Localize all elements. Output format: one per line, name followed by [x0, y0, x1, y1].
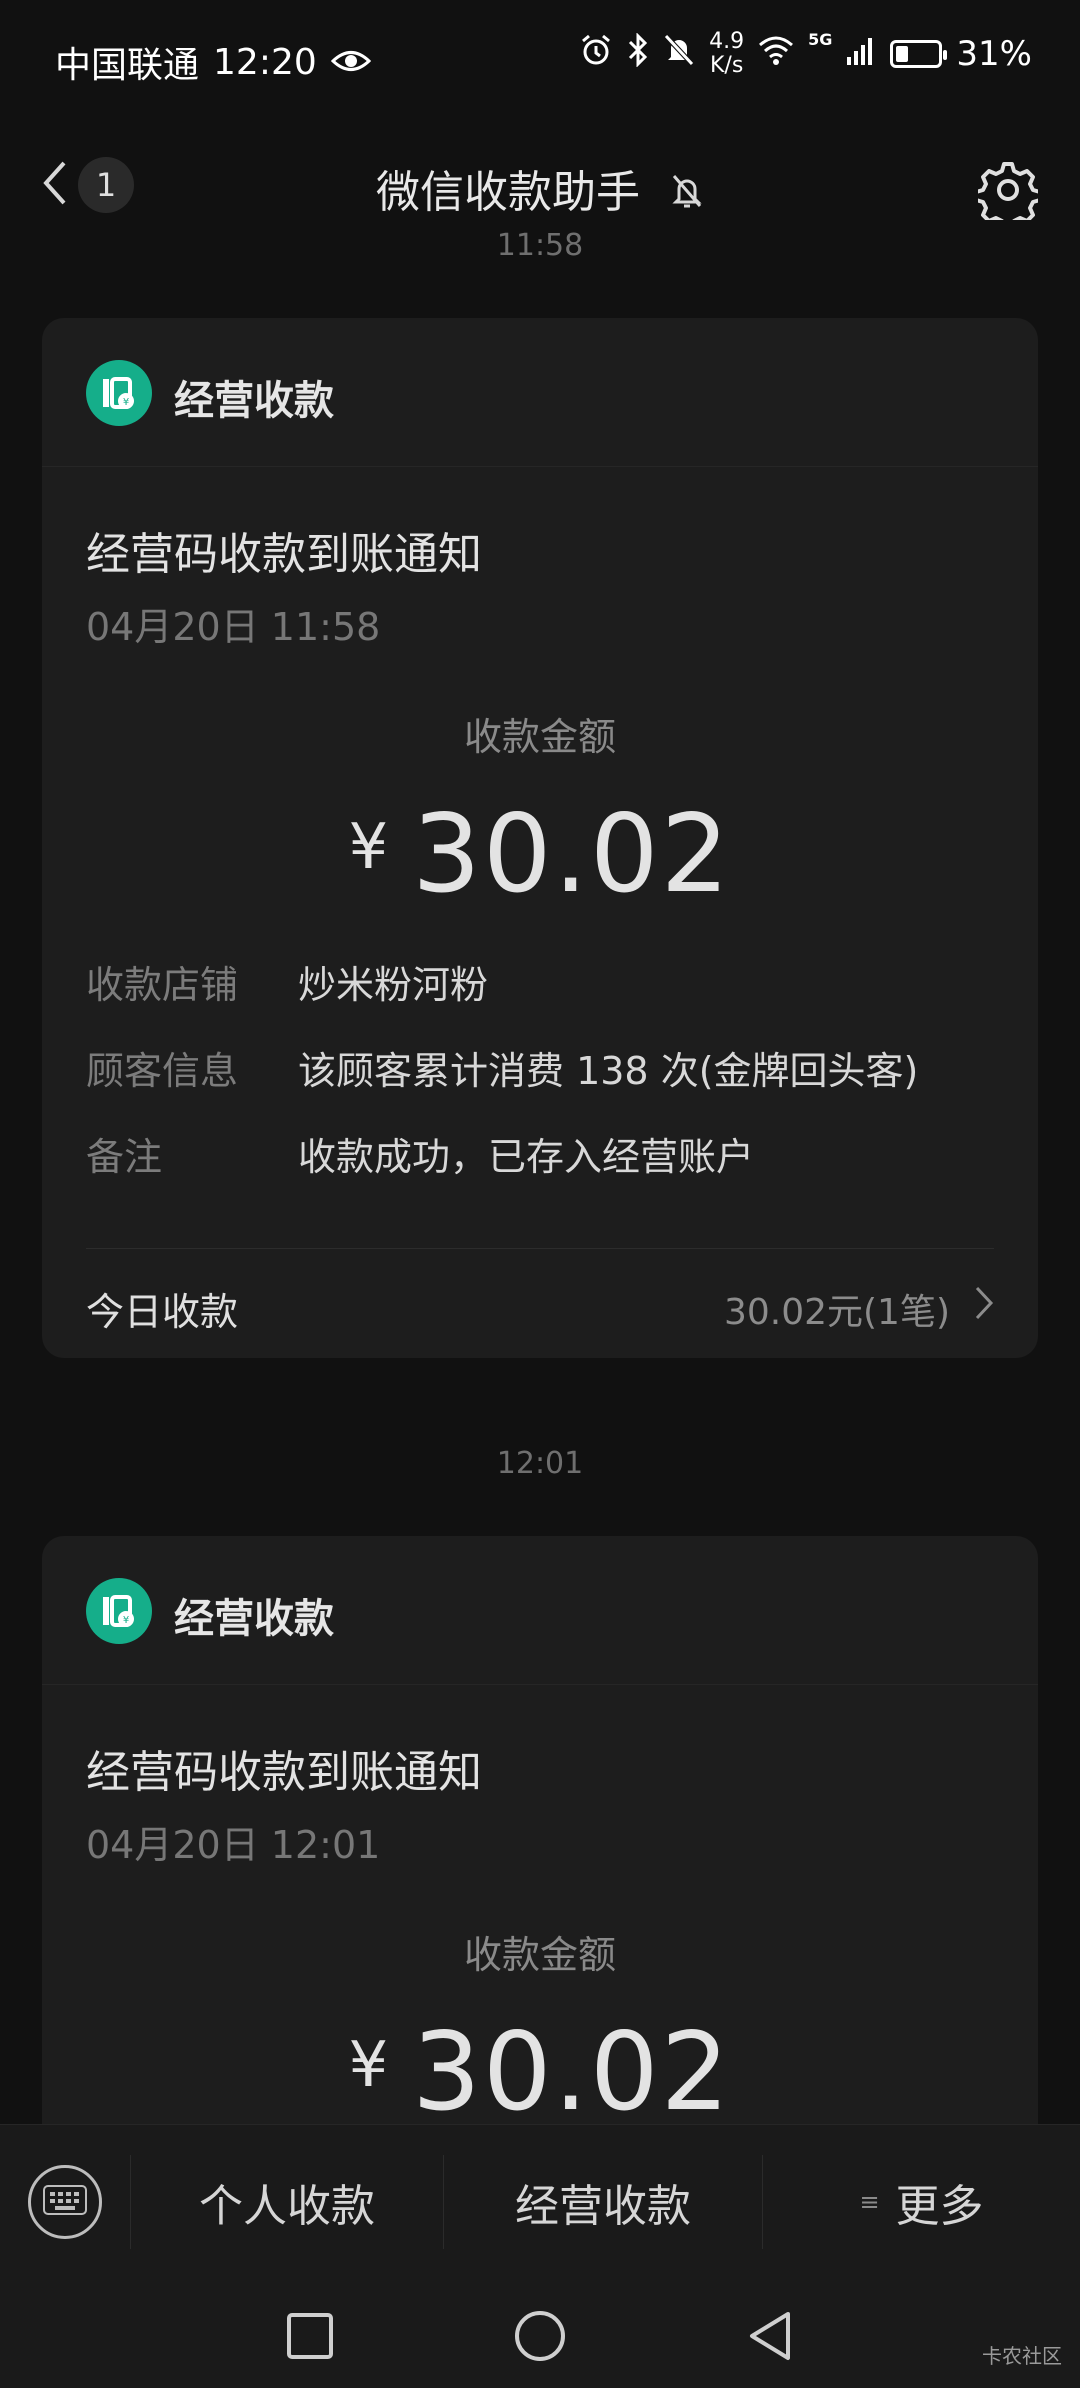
alarm-icon	[579, 33, 613, 76]
bottom-menu: 个人收款 经营收款 ≡ 更多	[0, 2124, 1080, 2279]
amount-value: 30.02	[412, 792, 732, 917]
battery-icon	[890, 40, 948, 68]
detail-value: 收款成功，已存入经营账户	[298, 1135, 755, 1179]
square-icon	[280, 2313, 340, 2370]
amount-label: 收款金额	[463, 715, 616, 759]
detail-key: 备注	[86, 1135, 163, 1179]
page-title: 微信收款助手	[376, 167, 640, 218]
net-speed-value: 4.9	[709, 29, 745, 54]
payment-card[interactable]: ¥ 经营收款 经营码收款到账通知 04月20日 12:01 收款金额 ¥30.0…	[42, 1536, 1038, 2186]
bluetooth-icon	[627, 31, 649, 76]
card-header: ¥ 经营收款	[42, 1536, 1038, 1685]
card-brand-name: 经营收款	[174, 378, 334, 424]
detail-key: 顾客信息	[86, 1049, 239, 1093]
home-button[interactable]	[510, 2306, 570, 2366]
amount-display: ¥30.02	[42, 792, 1038, 917]
detail-row-note: 备注 收款成功，已存入经营账户	[86, 1126, 996, 1181]
detail-row-customer: 顾客信息 该顾客累计消费 138 次(金牌回头客)	[86, 1040, 996, 1095]
amount-value: 30.02	[412, 2010, 732, 2135]
menu-business-payment[interactable]: 经营收款	[444, 2125, 762, 2279]
status-time: 12:20	[213, 41, 317, 83]
network-type: 5G	[808, 30, 833, 49]
amount-label: 收款金额	[463, 1933, 616, 1977]
status-right: 4.9 K/s 5G 31%	[579, 30, 1032, 78]
notification-title: 经营码收款到账通知	[86, 1747, 482, 1798]
card-header: ¥ 经营收款	[42, 318, 1038, 467]
menu-more[interactable]: ≡ 更多	[763, 2125, 1080, 2279]
amount-display: ¥30.02	[42, 2010, 1038, 2135]
notification-datetime: 04月20日 11:58	[86, 605, 381, 649]
today-total-row[interactable]: 今日收款 30.02元(1笔)	[86, 1248, 994, 1359]
business-payment-logo-icon: ¥	[86, 360, 152, 426]
card-brand-name: 经营收款	[174, 1596, 334, 1642]
net-speed: 4.9 K/s	[709, 30, 744, 78]
message-timestamp: 11:58	[496, 228, 584, 263]
signal-icon	[846, 34, 876, 74]
wifi-icon	[758, 34, 794, 74]
keyboard-icon	[43, 2185, 87, 2219]
currency-symbol: ¥	[348, 810, 389, 883]
today-total-label: 今日收款	[86, 1290, 239, 1334]
menu-personal-payment[interactable]: 个人收款	[131, 2125, 443, 2279]
detail-value: 该顾客累计消费 138 次(金牌回头客)	[298, 1049, 919, 1093]
keyboard-toggle-button[interactable]	[28, 2165, 102, 2239]
watermark: 卡农社区	[982, 2344, 1062, 2368]
battery-percent: 31%	[956, 34, 1032, 74]
circle-icon	[510, 2311, 570, 2370]
system-back-button[interactable]	[740, 2306, 800, 2366]
status-bar: 中国联通 12:20 4.9 K/s 5G 31%	[0, 0, 1080, 120]
settings-button[interactable]	[974, 160, 1042, 230]
currency-symbol: ¥	[348, 2028, 389, 2101]
mute-bell-icon	[663, 33, 695, 76]
detail-value: 炒米粉河粉	[298, 963, 489, 1007]
detail-row-store: 收款店铺 炒米粉河粉	[86, 954, 996, 1009]
payment-card[interactable]: ¥ 经营收款 经营码收款到账通知 04月20日 11:58 收款金额 ¥30.0…	[42, 318, 1038, 1358]
gear-icon	[974, 162, 1042, 230]
recent-apps-button[interactable]	[280, 2306, 340, 2366]
menu-lines-icon: ≡	[859, 2188, 880, 2216]
page-title-wrap: 微信收款助手	[0, 156, 1080, 221]
svg-text:¥: ¥	[123, 397, 129, 408]
eye-icon	[330, 42, 371, 83]
today-total-value: 30.02元(1笔)	[723, 1292, 950, 1333]
muted-bell-icon	[670, 170, 704, 221]
status-left: 中国联通 12:20	[55, 36, 371, 88]
carrier-name: 中国联通	[55, 45, 200, 86]
chevron-right-icon	[974, 1285, 994, 1325]
battery-fill	[896, 46, 909, 62]
triangle-back-icon	[740, 2312, 800, 2370]
notification-title: 经营码收款到账通知	[86, 529, 482, 580]
message-timestamp: 12:01	[496, 1446, 584, 1481]
svg-text:¥: ¥	[123, 1615, 129, 1626]
menu-more-label: 更多	[895, 2181, 984, 2232]
system-nav-bar: 卡农社区	[0, 2278, 1080, 2388]
detail-key: 收款店铺	[86, 963, 239, 1007]
notification-datetime: 04月20日 12:01	[86, 1823, 381, 1867]
business-payment-logo-icon: ¥	[86, 1578, 152, 1644]
net-speed-unit: K/s	[710, 53, 744, 78]
